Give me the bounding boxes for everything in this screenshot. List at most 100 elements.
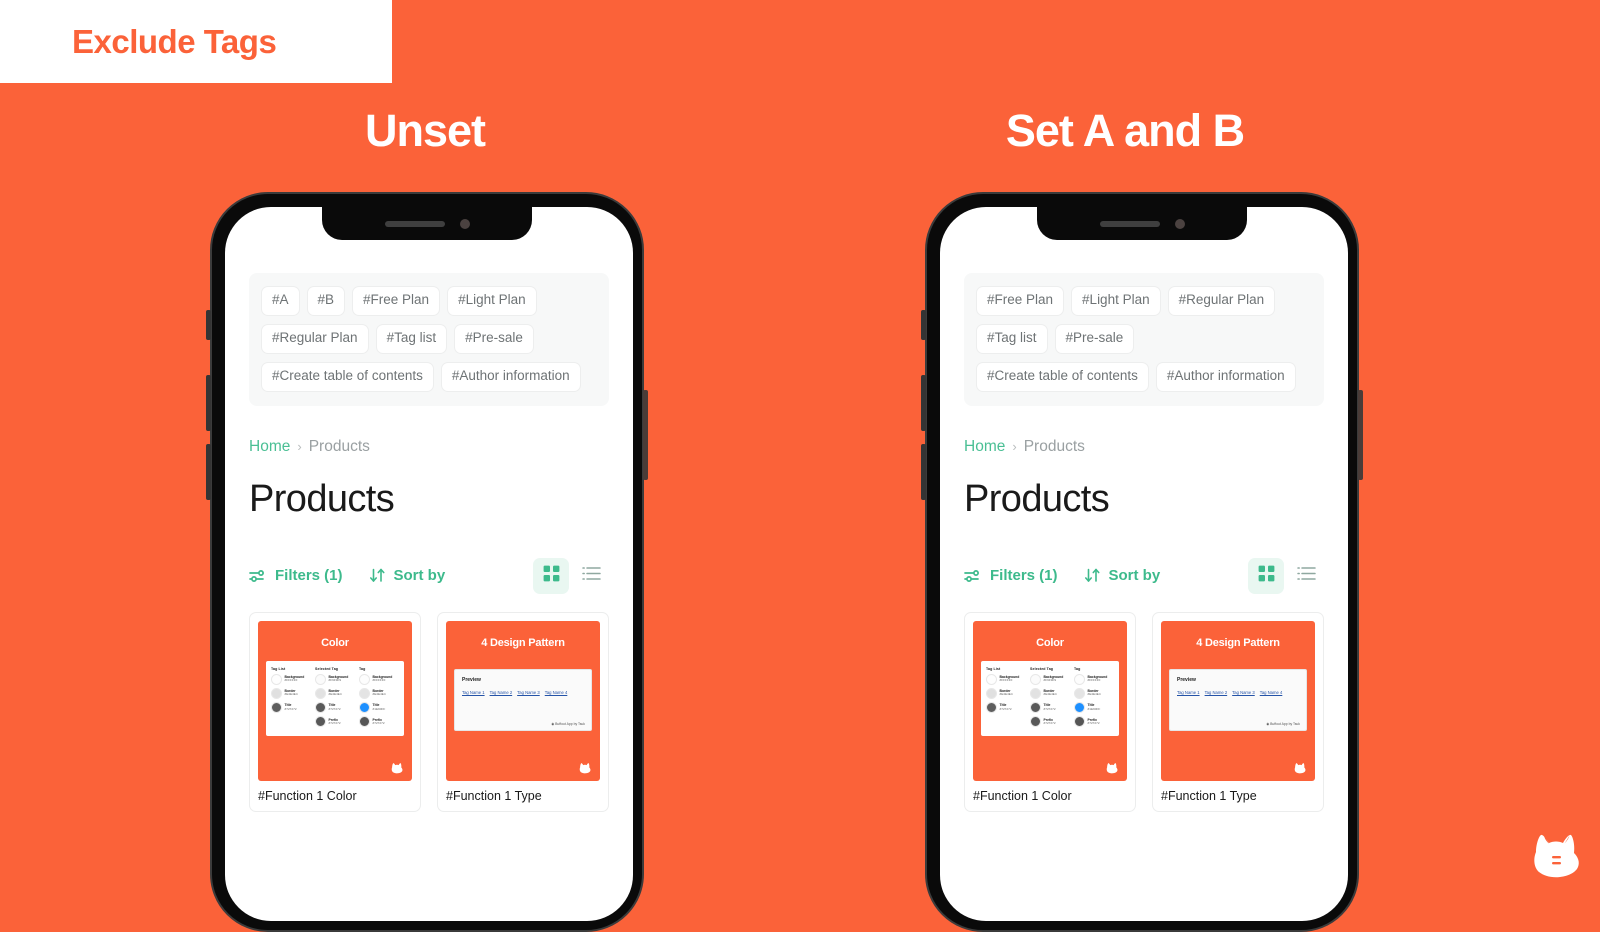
power-button[interactable]	[1358, 390, 1363, 480]
filters-button-label: Filters (1)	[990, 567, 1058, 585]
color-swatch-dot	[1074, 701, 1085, 713]
swatch-hex-value: #727272	[1043, 706, 1056, 711]
volume-up-button[interactable]	[921, 375, 926, 431]
tag-chip[interactable]: #Create table of contents	[976, 361, 1149, 392]
swatch-meta: Title #727272	[1000, 703, 1012, 711]
power-button[interactable]	[643, 390, 648, 480]
preview-credit-label: ◉ Buffout App by Tsuk	[551, 721, 585, 726]
product-card-grid-1: Color Tag List Background #FFFFFF Border #E4E…	[964, 611, 1324, 812]
volume-down-button[interactable]	[206, 444, 211, 500]
swatch-hex-value: #727272	[328, 706, 341, 711]
swatch-hex-value: #F9F9F9	[328, 678, 342, 683]
preview-tag-link[interactable]: Tag Name 3	[1232, 690, 1255, 695]
color-swatch-dot	[359, 687, 370, 699]
product-card[interactable]: Color Tag List Background #FFFFFF Border #E4E…	[249, 611, 421, 812]
tag-chip[interactable]: #Create table of contents	[261, 361, 434, 392]
preview-tag-link[interactable]: Tag Name 2	[1205, 690, 1228, 695]
tag-chip[interactable]: #Tag list	[375, 323, 448, 354]
tag-chip[interactable]: #Pre-sale	[454, 323, 534, 354]
tag-chip[interactable]: #Regular Plan	[261, 323, 369, 354]
swatch-meta: Title #727272	[329, 703, 341, 711]
product-card-caption: #Function 1 Type	[1161, 788, 1257, 803]
preview-tag-link[interactable]: Tag Name 4	[545, 690, 568, 695]
tag-chip[interactable]: #Tag list	[976, 323, 1048, 354]
mute-switch-button[interactable]	[206, 310, 211, 340]
swatch-meta: Background #FFFFFF	[1000, 675, 1020, 683]
list-view-button[interactable]	[573, 558, 609, 594]
swatch-hex-value: #E4E4E4	[1087, 692, 1101, 697]
preview-credit-label: ◉ Buffout App by Tsuk	[1266, 721, 1300, 726]
tag-chip[interactable]: #Light Plan	[447, 286, 537, 316]
color-swatch-dot	[1074, 687, 1085, 699]
filter-sliders-icon	[249, 569, 267, 583]
swatch-row: Prefix #727272	[315, 716, 355, 728]
swatch-row: Border #E4E4E4	[1030, 687, 1070, 699]
tag-chip[interactable]: #A	[261, 286, 300, 316]
tag-chip[interactable]: #Regular Plan	[1167, 286, 1276, 316]
preview-tag-link[interactable]: Tag Name 1	[462, 690, 485, 695]
preview-tag-link[interactable]: Tag Name 4	[1260, 690, 1283, 695]
list-view-button[interactable]	[1288, 558, 1324, 594]
filters-button[interactable]: Filters (1)	[964, 567, 1058, 584]
tag-chip[interactable]: #B	[306, 286, 346, 316]
tag-chip[interactable]: #Light Plan	[1071, 286, 1161, 316]
filters-button[interactable]: Filters (1)	[249, 567, 343, 584]
swatch-row: Border #E4E4E4	[1074, 687, 1114, 699]
products-page-heading: Products	[249, 477, 395, 520]
sort-by-button-label: Sort by	[393, 567, 446, 585]
swatch-row: Title #727272	[271, 701, 311, 713]
swatch-meta: Background #F9F9F9	[1044, 675, 1064, 683]
tag-chip[interactable]: #Pre-sale	[1054, 323, 1135, 354]
preview-tag-link[interactable]: Tag Name 3	[517, 690, 540, 695]
grid-view-button[interactable]	[1248, 557, 1284, 594]
breadcrumb: Home › Products	[249, 438, 609, 456]
product-card[interactable]: 4 Design Pattern Preview Tag Name 1 Tag Nam…	[437, 611, 609, 812]
phone-mockup-unset: #A #B #Free Plan #Light Plan #Regular Plan #T…	[206, 192, 648, 932]
swatch-hex-value: #1E90FF	[1087, 706, 1101, 711]
swatch-meta: Title #1E90FF	[1088, 703, 1101, 711]
column-heading-unset: Unset	[364, 105, 486, 156]
volume-up-button[interactable]	[206, 375, 211, 431]
breadcrumb-link-home[interactable]: Home	[964, 438, 1005, 456]
color-swatch-dot	[1030, 687, 1041, 699]
grid-view-button[interactable]	[533, 557, 569, 594]
grid-view-icon	[1258, 565, 1275, 587]
swatch-row: Border #E4E4E4	[315, 687, 355, 699]
volume-down-button[interactable]	[921, 444, 926, 500]
mute-switch-button[interactable]	[921, 310, 926, 340]
app-screen-content: #A #B #Free Plan #Light Plan #Regular Plan #T…	[225, 207, 633, 812]
filters-button-label: Filters (1)	[275, 567, 343, 585]
sort-by-button[interactable]: Sort by	[1084, 567, 1160, 584]
preview-tag-link[interactable]: Tag Name 2	[490, 690, 513, 695]
tag-chip[interactable]: #Author information	[440, 361, 581, 392]
preview-tag-links: Tag Name 1 Tag Name 2 Tag Name 3 Tag Name 4	[462, 690, 584, 695]
swatch-hex-value: #FFFFFF	[1087, 678, 1101, 683]
swatch-row: Prefix #727272	[359, 716, 399, 728]
speaker-grille-icon	[1099, 220, 1160, 227]
swatch-group-title: Tag List	[986, 666, 1001, 671]
swatch-row: Title #1E90FF	[1074, 701, 1114, 713]
phone-body: #Free Plan #Light Plan #Regular Plan #Tag l…	[925, 192, 1359, 932]
sort-by-button[interactable]: Sort by	[369, 567, 446, 585]
app-screen-content: #Free Plan #Light Plan #Regular Plan #Tag l…	[940, 207, 1348, 812]
swatch-row: Border #E4E4E4	[986, 687, 1026, 699]
product-card-caption: #Function 1 Type	[446, 788, 542, 803]
thumbnail-title: 4 Design Pattern	[1196, 636, 1280, 649]
swatch-row: Background #FFFFFF	[1074, 673, 1114, 685]
tag-chip[interactable]: #Free Plan	[352, 286, 441, 316]
swatch-meta: Prefix #727272	[373, 718, 385, 726]
color-swatch-dot	[315, 701, 326, 713]
tag-chip[interactable]: #Author information	[1155, 361, 1296, 392]
swatch-row: Background #F9F9F9	[315, 673, 355, 685]
breadcrumb-link-home[interactable]: Home	[249, 438, 290, 456]
tag-chip[interactable]: #Free Plan	[976, 286, 1065, 316]
list-view-icon	[1296, 566, 1316, 586]
swatch-row: Title #1E90FF	[359, 701, 399, 713]
swatch-meta: Title #727272	[285, 703, 297, 711]
preview-tag-link[interactable]: Tag Name 1	[1177, 690, 1200, 695]
color-swatch-dot	[271, 701, 282, 713]
product-card[interactable]: Color Tag List Background #FFFFFF Border #E4E…	[964, 611, 1136, 812]
speaker-grille-icon	[384, 220, 445, 227]
product-card[interactable]: 4 Design Pattern Preview Tag Name 1 Tag Nam…	[1152, 611, 1324, 812]
swatch-meta: Title #727272	[1044, 703, 1056, 711]
